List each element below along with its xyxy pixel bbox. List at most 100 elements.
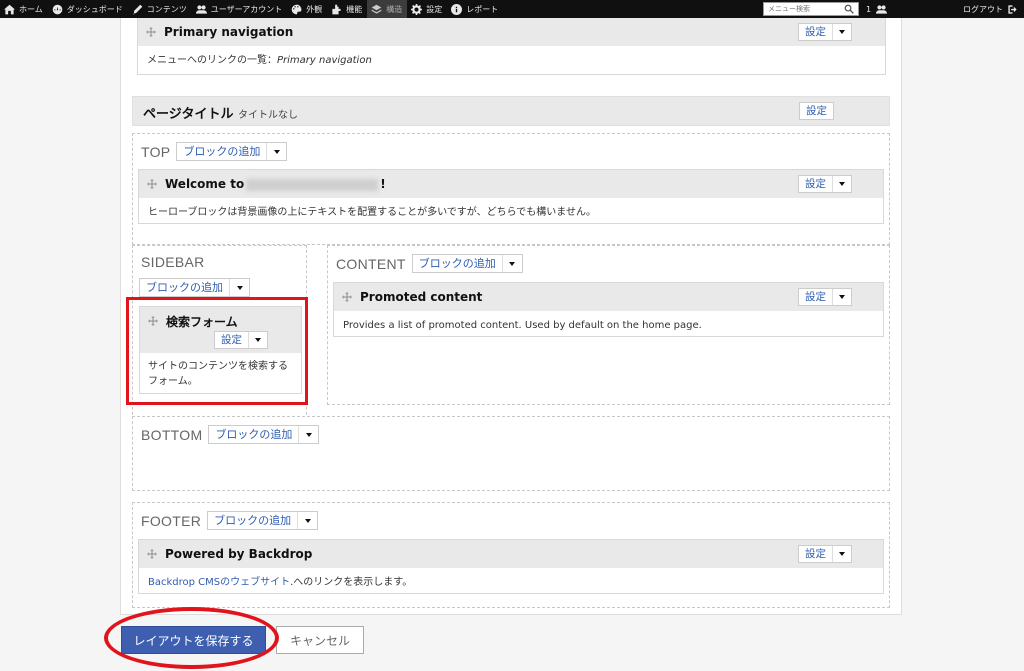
gear-icon xyxy=(411,3,423,15)
page-title-config-button[interactable]: 設定 xyxy=(799,102,834,120)
add-block-label: ブロックの追加 xyxy=(418,257,496,270)
region-content: CONTENT ブロックの追加 Promoted content 設定 Prov… xyxy=(327,245,890,405)
block-description: Provides a list of promoted content. Use… xyxy=(343,320,702,331)
toolbar-dashboard[interactable]: ダッシュボード xyxy=(48,0,128,18)
highlight-box-search-form xyxy=(126,297,308,405)
block-title: Promoted content xyxy=(360,290,483,304)
region-title-sidebar: SIDEBAR xyxy=(141,254,205,270)
drag-handle-icon[interactable] xyxy=(147,179,157,189)
powered-by-config-button[interactable]: 設定 xyxy=(798,545,852,563)
toolbar-structure[interactable]: 構造 xyxy=(367,0,408,18)
config-dropdown-toggle[interactable] xyxy=(832,289,851,305)
block-description: メニューへのリンクの一覧：Primary navigation xyxy=(138,46,885,75)
block-description-text: .へのリンクを表示します。 xyxy=(290,577,413,588)
add-block-dropdown-toggle[interactable] xyxy=(229,279,249,296)
drag-handle-icon[interactable] xyxy=(342,292,352,302)
menu-search-input[interactable] xyxy=(768,5,844,13)
block-header[interactable]: Powered by Backdrop 設定 xyxy=(139,540,883,568)
block-description: Backdrop CMSのウェブサイト.へのリンクを表示します。 xyxy=(139,568,883,597)
toolbar-functionality-label: 機能 xyxy=(346,4,363,14)
primary-navigation-block: Primary navigation 設定 メニューへのリンクの一覧：Prima… xyxy=(137,18,886,75)
config-dropdown-toggle[interactable] xyxy=(832,176,851,192)
toolbar-users[interactable]: ユーザーアカウント xyxy=(192,0,288,18)
toolbar-content-label: コンテンツ xyxy=(146,4,187,14)
dashboard-icon xyxy=(52,4,63,15)
users-icon xyxy=(195,4,207,15)
block-header[interactable]: Promoted content 設定 xyxy=(334,283,883,311)
add-block-dropdown-toggle[interactable] xyxy=(297,512,317,529)
block-header[interactable]: Primary navigation 設定 xyxy=(138,18,885,46)
region-top: TOP ブロックの追加 Welcome to! 設定 ヒーローブロックは背景画像… xyxy=(132,133,890,245)
welcome-config-button[interactable]: 設定 xyxy=(798,175,852,193)
palette-icon xyxy=(291,4,302,15)
block-title-suffix: ! xyxy=(380,177,386,191)
redacted-site-name xyxy=(246,178,379,191)
add-block-label: ブロックの追加 xyxy=(214,514,292,527)
add-block-label: ブロックの追加 xyxy=(183,145,261,158)
admin-toolbar: ホーム ダッシュボード コンテンツ ユーザーアカウント 外観 機能 構造 設定 … xyxy=(0,0,1024,18)
info-icon xyxy=(451,3,463,15)
logout-link[interactable]: ログアウト xyxy=(963,0,1022,18)
chevron-down-icon xyxy=(839,30,845,34)
block-description-text: メニューへのリンクの一覧： xyxy=(147,55,277,66)
block-description-emphasis: Primary navigation xyxy=(277,55,372,66)
content-add-block-button[interactable]: ブロックの追加 xyxy=(411,254,523,273)
footer-add-block-button[interactable]: ブロックの追加 xyxy=(207,511,319,530)
bottom-add-block-button[interactable]: ブロックの追加 xyxy=(208,425,320,444)
page-title-subtitle: タイトルなし xyxy=(238,110,298,121)
add-block-dropdown-toggle[interactable] xyxy=(298,426,318,443)
promoted-content-block: Promoted content 設定 Provides a list of p… xyxy=(333,282,884,337)
drag-handle-icon[interactable] xyxy=(147,549,157,559)
region-bottom: BOTTOM ブロックの追加 xyxy=(132,416,890,491)
block-title: Powered by Backdrop xyxy=(165,547,313,561)
cancel-button[interactable]: キャンセル xyxy=(276,626,364,654)
block-title-prefix: Welcome to xyxy=(165,177,245,191)
logout-icon xyxy=(1007,4,1018,15)
user-count[interactable]: 1 xyxy=(866,0,891,18)
powered-by-block: Powered by Backdrop 設定 Backdrop CMSのウェブサ… xyxy=(138,539,884,594)
block-header[interactable]: Welcome to! 設定 xyxy=(139,170,883,198)
add-block-dropdown-toggle[interactable] xyxy=(501,255,522,272)
highlight-ellipse-save xyxy=(104,607,279,669)
chevron-down-icon xyxy=(509,261,516,266)
config-dropdown-toggle[interactable] xyxy=(832,546,851,562)
config-label: 設定 xyxy=(806,105,827,117)
drag-handle-icon[interactable] xyxy=(146,27,156,37)
search-icon[interactable] xyxy=(844,4,854,14)
promoted-content-config-button[interactable]: 設定 xyxy=(798,288,852,306)
layers-icon xyxy=(371,4,382,15)
config-dropdown-toggle[interactable] xyxy=(832,24,851,40)
config-label: 設定 xyxy=(805,178,826,190)
region-title-bottom: BOTTOM xyxy=(141,426,203,443)
top-add-block-button[interactable]: ブロックの追加 xyxy=(176,142,288,161)
region-title-footer: FOOTER xyxy=(141,512,202,529)
toolbar-appearance[interactable]: 外観 xyxy=(287,0,327,18)
chevron-down-icon xyxy=(273,149,280,154)
add-block-dropdown-toggle[interactable] xyxy=(266,143,286,160)
menu-search xyxy=(763,2,859,16)
add-block-label: ブロックの追加 xyxy=(215,428,293,441)
block-description: ヒーローブロックは背景画像の上にテキストを配置することが多いですが、どちらでも構… xyxy=(148,207,596,218)
toolbar-content[interactable]: コンテンツ xyxy=(128,0,192,18)
toolbar-reports[interactable]: レポート xyxy=(447,0,503,18)
chevron-down-icon xyxy=(839,295,845,299)
primary-nav-config-button[interactable]: 設定 xyxy=(798,23,852,41)
toolbar-reports-label: レポート xyxy=(466,4,499,14)
logout-label: ログアウト xyxy=(963,4,1003,14)
toolbar-home[interactable]: ホーム xyxy=(0,0,48,18)
backdrop-website-link[interactable]: Backdrop CMSのウェブサイト xyxy=(148,577,290,588)
toolbar-config[interactable]: 設定 xyxy=(407,0,447,18)
toolbar-home-label: ホーム xyxy=(19,4,43,14)
block-title: Primary navigation xyxy=(164,25,294,39)
toolbar-appearance-label: 外観 xyxy=(306,4,323,14)
toolbar-functionality[interactable]: 機能 xyxy=(327,0,367,18)
puzzle-icon xyxy=(331,4,342,15)
region-title-top: TOP xyxy=(141,143,171,160)
toolbar-dashboard-label: ダッシュボード xyxy=(66,4,123,14)
pencil-icon xyxy=(132,4,143,15)
region-footer: FOOTER ブロックの追加 Powered by Backdrop 設定 Ba… xyxy=(132,502,890,608)
sidebar-add-block-button[interactable]: ブロックの追加 xyxy=(139,278,250,297)
chevron-down-icon xyxy=(839,552,845,556)
chevron-down-icon xyxy=(305,432,312,437)
page-title-region: ページタイトル タイトルなし 設定 xyxy=(132,96,890,126)
